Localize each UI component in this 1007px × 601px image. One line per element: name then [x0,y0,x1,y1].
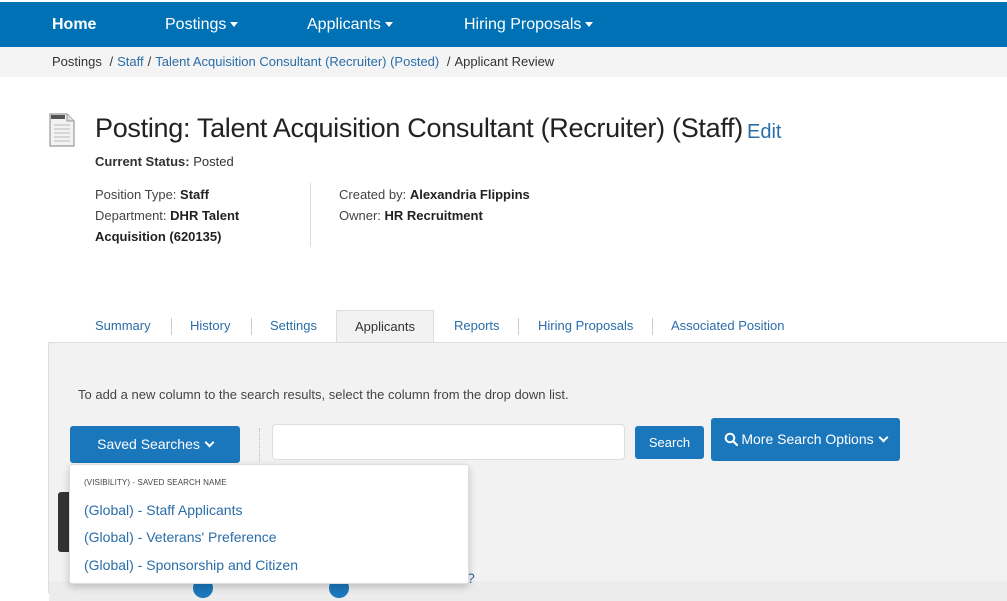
tab-separator [251,318,252,335]
tab-applicants[interactable]: Applicants [336,310,434,343]
breadcrumb: Postings / Staff / Talent Acquisition Consu… [0,47,1007,77]
owner-value: HR Recruitment [384,208,483,223]
search-button[interactable]: Search [635,426,704,459]
nav-postings-label: Postings [165,16,227,33]
top-nav-bar: Home Postings Applicants Hiring Proposal… [0,2,1007,47]
tab-settings[interactable]: Settings [270,310,317,342]
posting-tabs: Summary History Settings Applicants Repo… [0,310,1007,343]
search-input[interactable] [272,424,625,460]
saved-searches-button[interactable]: Saved Searches [70,426,240,463]
tab-summary[interactable]: Summary [95,310,151,342]
current-status: Current Status: Posted [95,154,234,169]
more-search-options-label: More Search Options [741,431,874,447]
edit-link[interactable]: Edit [747,121,781,144]
nav-hiring-proposals[interactable]: Hiring Proposals [464,2,594,47]
page-title: Posting: Talent Acquisition Consultant (… [95,113,743,143]
info-divider [310,183,311,247]
created-by: Created by: Alexandria Flippins [339,184,530,205]
column-hint-text: To add a new column to the search result… [78,387,569,402]
owner-label: Owner: [339,208,381,223]
position-info: Position Type: Staff Department: DHR Tal… [95,184,239,247]
department: Department: DHR Talent [95,205,239,226]
tab-hiring-proposals[interactable]: Hiring Proposals [538,310,633,342]
breadcrumb-separator: / [147,54,152,69]
breadcrumb-separator: / [446,54,451,69]
chevron-down-icon [878,432,889,443]
breadcrumb-staff[interactable]: Staff [117,54,144,69]
tab-separator [171,318,172,335]
ownership-info: Created by: Alexandria Flippins Owner: H… [339,184,530,226]
saved-search-item[interactable]: (Global) - Sponsorship and Citizen [84,557,298,573]
caret-down-icon [384,22,393,28]
saved-search-item[interactable]: (Global) - Veterans' Preference [84,529,277,545]
caret-down-icon [230,22,239,28]
tab-history[interactable]: History [190,310,230,342]
caret-down-icon [585,22,594,28]
created-by-label: Created by: [339,187,407,202]
toolbar-separator [259,428,260,462]
department-continued: Acquisition (620135) [95,226,239,247]
department-value-line2: Acquisition (620135) [95,229,222,244]
tab-associated-position[interactable]: Associated Position [671,310,784,342]
nav-hiring-proposals-label: Hiring Proposals [464,16,582,33]
position-type-value: Staff [180,187,209,202]
department-value-line1: DHR Talent [170,208,240,223]
chevron-down-icon [204,437,215,448]
status-label: Current Status: [95,154,190,169]
nav-applicants[interactable]: Applicants [307,2,393,47]
breadcrumb-posting[interactable]: Talent Acquisition Consultant (Recruiter… [155,54,439,69]
nav-applicants-label: Applicants [307,16,381,33]
saved-searches-label: Saved Searches [97,436,200,452]
nav-postings[interactable]: Postings [165,2,239,47]
nav-home[interactable]: Home [52,2,96,47]
created-by-value: Alexandria Flippins [409,187,530,202]
owner: Owner: HR Recruitment [339,205,530,226]
position-type-label: Position Type: [95,187,177,202]
document-icon [49,113,75,147]
breadcrumb-separator: / [109,54,114,69]
saved-searches-dropdown: (VISIBILITY) - SAVED SEARCH NAME (Global… [69,464,469,584]
partially-hidden-element [58,492,69,552]
search-icon [725,432,739,447]
saved-search-item[interactable]: (Global) - Staff Applicants [84,502,242,518]
breadcrumb-current: Applicant Review [454,54,555,69]
tab-separator [652,318,653,335]
dropdown-header: (VISIBILITY) - SAVED SEARCH NAME [84,478,227,487]
more-search-options-button[interactable]: More Search Options [711,418,900,461]
breadcrumb-postings[interactable]: Postings [52,54,102,69]
status-value: Posted [193,154,234,169]
department-label: Department: [95,208,167,223]
position-type: Position Type: Staff [95,184,239,205]
tab-separator [518,318,519,335]
tab-reports[interactable]: Reports [454,310,500,342]
